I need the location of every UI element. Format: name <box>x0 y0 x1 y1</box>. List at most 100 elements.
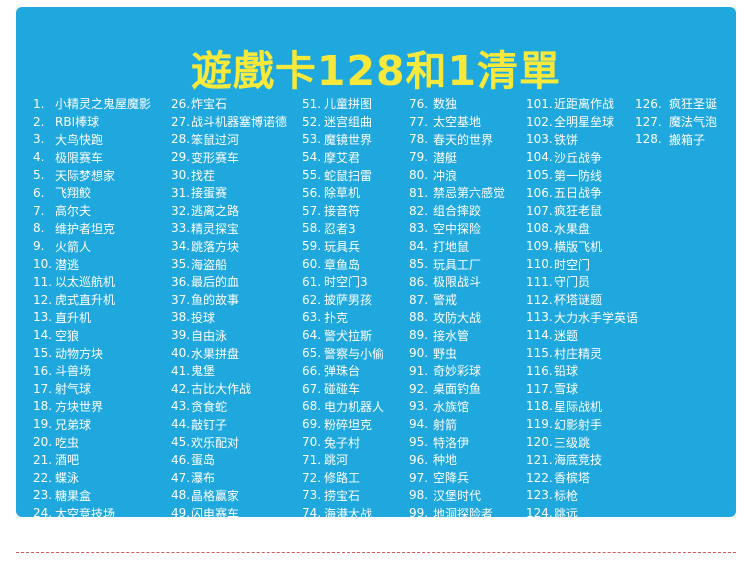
game-list-item: 95. 特洛伊 <box>409 433 505 451</box>
game-number: 17. <box>33 381 53 396</box>
game-title: 特洛伊 <box>433 435 470 450</box>
game-title: 疯狂圣诞 <box>669 97 718 112</box>
game-list-item: 2. RBI棒球 <box>33 113 151 131</box>
game-title: 标枪 <box>554 488 579 503</box>
game-title: 魔力蛋 <box>191 524 228 539</box>
game-title: 方块世界 <box>55 399 104 414</box>
game-number: 38. <box>171 310 191 325</box>
game-number: 106. <box>526 185 553 200</box>
game-number: 123. <box>526 488 553 503</box>
game-list-item: 67. 碰碰车 <box>302 380 384 398</box>
game-number: 42. <box>171 381 191 396</box>
game-title: 海盗船 <box>191 257 228 272</box>
game-number: 118. <box>526 399 553 414</box>
game-number: 120. <box>526 435 553 450</box>
game-number: 105. <box>526 168 553 183</box>
game-number: 43. <box>171 399 191 414</box>
game-list-item: 36. 最后的血 <box>171 273 287 291</box>
game-list-item: 93. 水族馆 <box>409 398 505 416</box>
game-number: 40. <box>171 346 191 361</box>
game-number: 88. <box>409 310 429 325</box>
game-title: 火箭人 <box>55 239 92 254</box>
game-title: 时空门 <box>554 257 591 272</box>
game-title: 时空门3 <box>324 275 368 290</box>
game-column-2: 26. 炸宝石 27. 战斗机器塞博诺德 28. 笨鼠过河 29. 变形赛车 30. 找茬 31. 接… <box>171 95 287 540</box>
game-title: 蝶泳 <box>55 471 80 486</box>
game-list-item: 1. 小精灵之鬼屋魔影 <box>33 95 151 113</box>
page-title: 遊戲卡128和1清單 <box>190 47 562 95</box>
game-title: 极限赛车 <box>55 150 104 165</box>
game-list-item: 50. 魔力蛋 <box>171 522 287 540</box>
game-list-item: 17. 射气球 <box>33 380 151 398</box>
game-number: 6. <box>33 185 45 200</box>
game-list-item: 40. 水果拼盘 <box>171 344 287 362</box>
game-title: 跳河 <box>324 453 349 468</box>
game-number: 93. <box>409 399 429 414</box>
game-list-item: 43. 贪食蛇 <box>171 398 287 416</box>
game-title: 修路工 <box>324 471 361 486</box>
game-list-item: 27. 战斗机器塞博诺德 <box>171 113 287 131</box>
game-list-item: 65. 警察与小偷 <box>302 344 384 362</box>
game-title: 空中探险 <box>433 221 482 236</box>
game-title: 冲浪 <box>433 168 458 183</box>
game-title: 敲钉子 <box>191 417 228 432</box>
game-list-item: 85. 玩具工厂 <box>409 255 505 273</box>
game-title: 水果盘 <box>554 221 591 236</box>
game-title: 捞宝石 <box>324 488 361 503</box>
game-title: 攻防大战 <box>433 310 482 325</box>
game-number: 64. <box>302 328 322 343</box>
game-column-4: 76. 数独 77. 太空基地 78. 春天的世界 79. 潜艇 80. 冲浪 81. 禁忌第六感觉 8… <box>409 95 505 540</box>
game-title: 守门员 <box>554 275 591 290</box>
game-title: 三级跳 <box>554 435 591 450</box>
game-list-item: 81. 禁忌第六感觉 <box>409 184 505 202</box>
game-list-item: 128. 搬箱子 <box>635 131 717 149</box>
game-list-item: 23. 糖果盒 <box>33 487 151 505</box>
game-number: 31. <box>171 185 191 200</box>
game-number: 90. <box>409 346 429 361</box>
game-title: 除草机 <box>324 186 361 201</box>
game-number: 78. <box>409 132 429 147</box>
game-title: 极限战斗 <box>433 275 482 290</box>
game-list-item: 13. 直升机 <box>33 309 151 327</box>
game-number: 98. <box>409 488 429 503</box>
game-title: 海港大战 <box>324 506 373 521</box>
game-title: 精灵探宝 <box>191 221 240 236</box>
game-list-item: 3. 大鸟快跑 <box>33 131 151 149</box>
game-number: 24. <box>33 506 53 521</box>
game-number: 34. <box>171 239 191 254</box>
game-number: 87. <box>409 292 429 307</box>
game-list-item: 106. 五日战争 <box>526 184 638 202</box>
game-title: 投球 <box>191 310 216 325</box>
game-title: 近距离作战 <box>554 97 615 112</box>
game-title: 疯狂老鼠 <box>554 204 603 219</box>
game-title: 水族馆 <box>433 399 470 414</box>
game-number: 39. <box>171 328 191 343</box>
game-number: 111. <box>526 274 553 289</box>
game-list-item: 26. 炸宝石 <box>171 95 287 113</box>
game-title: 奇妙彩球 <box>433 364 482 379</box>
game-number: 7. <box>33 203 45 218</box>
game-number: 101. <box>526 96 553 111</box>
game-number: 99. <box>409 506 429 521</box>
game-number: 116. <box>526 363 553 378</box>
game-title: 酒吧 <box>55 453 80 468</box>
game-title: 雪球 <box>554 382 579 397</box>
game-list-item: 14. 空狼 <box>33 326 151 344</box>
game-number: 29. <box>171 150 191 165</box>
game-title: 禁忌第六感觉 <box>433 186 506 201</box>
game-number: 28. <box>171 132 191 147</box>
game-number: 15. <box>33 346 53 361</box>
game-list-item: 105. 第一防线 <box>526 166 638 184</box>
game-title: 海底竞技 <box>554 453 603 468</box>
game-list-item: 55. 蛇鼠扫雷 <box>302 166 384 184</box>
game-title: 杯塔谜题 <box>554 293 603 308</box>
game-title: 炸宝石 <box>191 97 228 112</box>
game-title: 粉碎坦克 <box>324 417 373 432</box>
game-title: 碰碰车 <box>324 382 361 397</box>
game-list-item: 108. 水果盘 <box>526 220 638 238</box>
game-number: 126. <box>635 96 662 111</box>
game-number: 114. <box>526 328 553 343</box>
game-list-item: 16. 斗兽场 <box>33 362 151 380</box>
game-number: 97. <box>409 470 429 485</box>
game-title: 章鱼岛 <box>324 257 361 272</box>
